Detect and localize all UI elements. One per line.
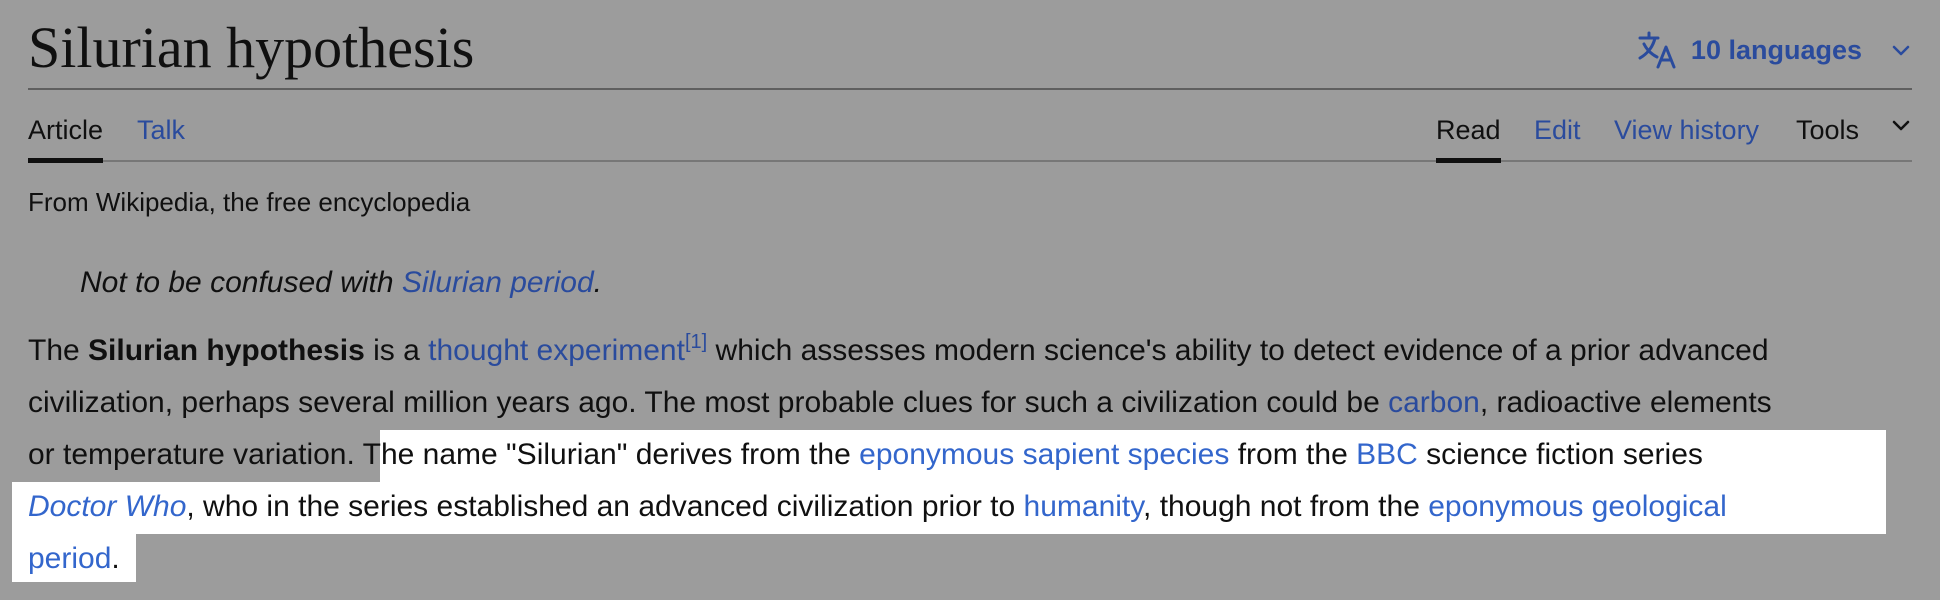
link-eponymous-geological-period[interactable]: eponymous geological — [1428, 490, 1727, 523]
languages-button[interactable]: 10 languages — [1637, 28, 1912, 72]
page-tabs: Article Talk Read Edit View history Tool… — [28, 90, 1912, 163]
text: civilization, perhaps several million ye… — [28, 386, 1389, 419]
text: The name "Silurian" derives from the — [354, 438, 860, 471]
chevron-down-icon — [1890, 39, 1912, 61]
hatnote-link[interactable]: Silurian period — [402, 266, 594, 299]
site-tagline: From Wikipedia, the free encyclopedia — [28, 187, 471, 217]
hatnote-suffix: . — [593, 266, 602, 299]
link-eponymous-sapient-species[interactable]: eponymous sapient species — [859, 438, 1229, 471]
tab-article[interactable]: Article — [28, 90, 104, 163]
tab-read[interactable]: Read — [1436, 90, 1501, 163]
link-thought-experiment[interactable]: thought experiment — [428, 334, 685, 367]
text: The — [28, 334, 89, 367]
paragraph-line: Doctor Who, who in the series establishe… — [28, 481, 1727, 533]
bold-term: Silurian hypothesis — [88, 334, 365, 367]
hatnote-prefix: Not to be confused with — [80, 266, 402, 299]
tab-tools[interactable]: Tools — [1796, 90, 1859, 160]
tools-chevron-down-icon[interactable] — [1890, 114, 1912, 136]
text: or temperature variation. — [28, 438, 355, 471]
hatnote: Not to be confused with Silurian period. — [80, 265, 602, 301]
paragraph-line: or temperature variation. The name "Silu… — [28, 429, 1703, 481]
link-carbon[interactable]: carbon — [1388, 386, 1480, 419]
languages-label: 10 languages — [1690, 34, 1862, 65]
text: science fiction series — [1417, 438, 1703, 471]
reference-link[interactable]: [1] — [685, 331, 707, 353]
text: . — [111, 542, 120, 575]
tab-edit[interactable]: Edit — [1534, 90, 1581, 160]
link-humanity[interactable]: humanity — [1024, 490, 1144, 523]
text: is a — [364, 334, 429, 367]
text: which assesses modern science's ability … — [707, 334, 1769, 367]
page-title: Silurian hypothesis — [28, 15, 475, 80]
paragraph-line: civilization, perhaps several million ye… — [28, 377, 1772, 429]
paragraph-line: period. — [28, 533, 120, 585]
translate-icon — [1637, 30, 1679, 70]
title-bar: Silurian hypothesis 10 languages — [28, 0, 1912, 90]
text: from the — [1229, 438, 1357, 471]
tab-talk[interactable]: Talk — [137, 90, 185, 160]
link-doctor-who[interactable]: Doctor Who — [28, 490, 186, 523]
link-bbc[interactable]: BBC — [1356, 438, 1418, 471]
paragraph-line: The Silurian hypothesis is a thought exp… — [28, 325, 1769, 377]
text: , who in the series established an advan… — [186, 490, 1024, 523]
article-page: Silurian hypothesis 10 languages Article… — [12, 0, 1912, 600]
tab-view-history[interactable]: View history — [1614, 90, 1759, 160]
text: , radioactive elements — [1479, 386, 1772, 419]
text: , though not from the — [1143, 490, 1429, 523]
link-period[interactable]: period — [28, 542, 111, 575]
